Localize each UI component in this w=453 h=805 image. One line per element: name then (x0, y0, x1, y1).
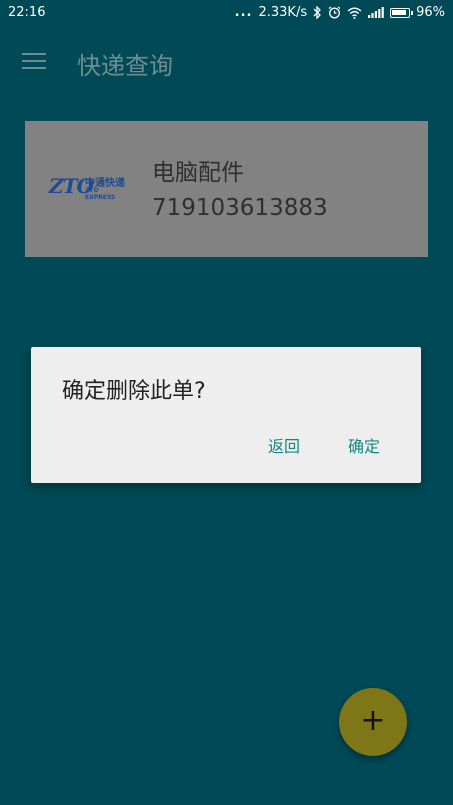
more-dots: ... (234, 5, 253, 20)
wifi-icon (347, 7, 362, 19)
courier-logo: ZTO 中通快递 ZTO EXPRESS (49, 174, 129, 201)
back-button[interactable]: 返回 (268, 433, 300, 457)
add-button[interactable]: + (339, 688, 407, 756)
package-title: 电脑配件 (152, 160, 244, 186)
battery-icon (390, 7, 414, 18)
alarm-icon (328, 6, 341, 19)
tracking-number: 719103613883 (152, 195, 328, 221)
bluetooth-icon (313, 6, 322, 19)
status-indicators: ... 2.33K/s 96% (235, 5, 445, 20)
courier-name-en: ZTO EXPRESS (85, 187, 116, 201)
plus-icon: + (360, 703, 386, 738)
app-title: 快递查询 (77, 52, 173, 80)
network-speed: 2.33K/s (258, 5, 308, 20)
confirm-button[interactable]: 确定 (348, 433, 380, 457)
status-bar: 22:16 ... 2.33K/s 96% (0, 0, 453, 26)
app-screen: 22:16 ... 2.33K/s 96% 快递查询 ZTO 中通快递 ZTO … (0, 0, 453, 805)
battery-percent: 96% (416, 5, 445, 20)
dialog-message: 确定删除此单? (62, 379, 206, 404)
package-card[interactable]: ZTO 中通快递 ZTO EXPRESS 电脑配件 719103613883 (25, 121, 428, 257)
status-time: 22:16 (8, 5, 46, 20)
menu-icon[interactable] (22, 53, 48, 71)
toolbar: 快递查询 (0, 26, 453, 98)
confirm-delete-dialog: 确定删除此单? 返回 确定 (31, 347, 421, 483)
signal-icon (368, 7, 384, 18)
